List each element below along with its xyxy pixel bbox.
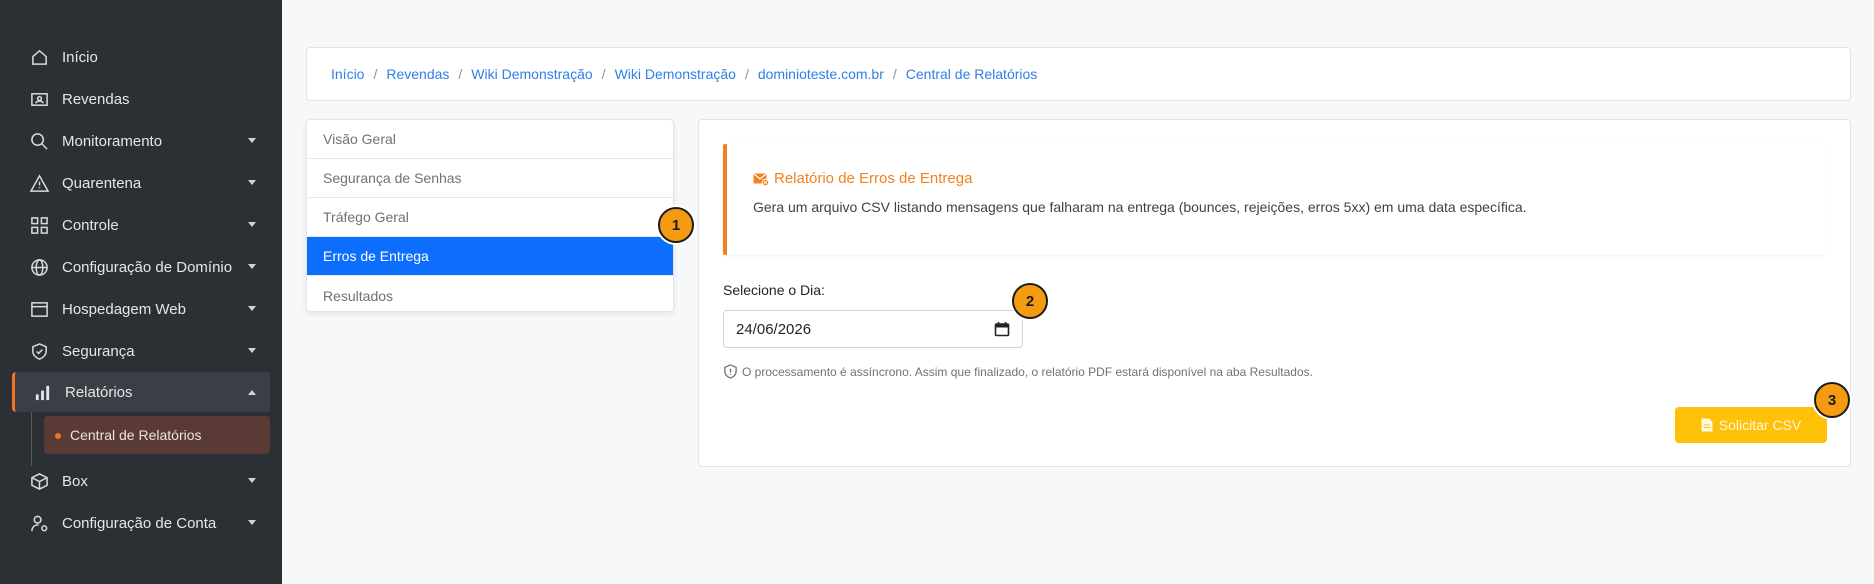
sidebar-item-label: Hospedagem Web [62, 300, 186, 318]
sidebar-item-configuracao-dominio[interactable]: Configuração de Domínio [0, 246, 282, 288]
report-tabs: Visão Geral Segurança de Senhas Tráfego … [306, 119, 674, 312]
shield-icon [28, 340, 50, 362]
box-icon [28, 470, 50, 492]
sidebar-item-label: Início [62, 48, 98, 66]
search-icon [28, 130, 50, 152]
sidebar-item-hospedagem-web[interactable]: Hospedagem Web [0, 288, 282, 330]
processing-hint: O processamento é assíncrono. Assim que … [723, 364, 1313, 379]
sidebar-item-seguranca[interactable]: Segurança [0, 330, 282, 372]
submenu-divider [31, 412, 32, 466]
breadcrumb-separator: / [373, 66, 378, 82]
chevron-up-icon [248, 390, 256, 395]
sidebar-item-label: Configuração de Domínio [62, 258, 233, 276]
tab-visao-geral[interactable]: Visão Geral [307, 120, 673, 159]
sidebar: Início Revendas Monitoramento Quarentena… [0, 0, 282, 584]
warning-icon [28, 172, 50, 194]
chevron-down-icon [248, 222, 256, 227]
shield-info-icon [724, 364, 737, 379]
calendar-icon[interactable] [994, 321, 1010, 337]
sidebar-item-inicio[interactable]: Início [0, 36, 282, 78]
sidebar-item-label: Controle [62, 216, 119, 234]
breadcrumb-link-wiki-1[interactable]: Wiki Demonstração [471, 66, 592, 82]
sidebar-item-revendas[interactable]: Revendas [0, 78, 282, 120]
sidebar-item-label: Monitoramento [62, 132, 163, 150]
breadcrumb-separator: / [601, 66, 606, 82]
report-notice: Relatório de Erros de Entrega Gera um ar… [723, 144, 1826, 255]
breadcrumb-separator: / [744, 66, 749, 82]
sidebar-subitem-label: Central de Relatórios [70, 427, 202, 443]
sidebar-item-label: Segurança [62, 342, 135, 360]
report-card: Relatório de Erros de Entrega Gera um ar… [698, 119, 1851, 467]
request-csv-button[interactable]: Solicitar CSV [1675, 407, 1827, 443]
step-marker-1: 1 [658, 207, 694, 243]
chevron-down-icon [248, 478, 256, 483]
globe-icon [28, 256, 50, 278]
sidebar-item-configuracao-conta[interactable]: Configuração de Conta [0, 502, 282, 544]
active-dot-icon [55, 433, 61, 439]
step-marker-3: 3 [1814, 382, 1850, 418]
file-icon [1701, 418, 1713, 432]
request-csv-label: Solicitar CSV [1718, 417, 1802, 433]
breadcrumb-link-inicio[interactable]: Início [331, 66, 364, 82]
home-icon [28, 46, 50, 68]
chevron-down-icon [248, 306, 256, 311]
breadcrumb-link-wiki-2[interactable]: Wiki Demonstração [615, 66, 736, 82]
sidebar-item-label: Quarentena [62, 174, 142, 192]
breadcrumb: Início / Revendas / Wiki Demonstração / … [306, 47, 1851, 101]
chevron-down-icon [248, 520, 256, 525]
chevron-down-icon [248, 180, 256, 185]
sidebar-submenu: Central de Relatórios [0, 412, 282, 466]
sidebar-nav: Início Revendas Monitoramento Quarentena… [0, 36, 282, 544]
breadcrumb-link-central-relatorios[interactable]: Central de Relatórios [906, 66, 1038, 82]
date-input[interactable]: 24/06/2026 [723, 310, 1023, 348]
sidebar-item-label: Revendas [62, 90, 130, 108]
sidebar-item-label: Box [62, 472, 88, 490]
sidebar-subitem-central-relatorios[interactable]: Central de Relatórios [44, 416, 270, 454]
notice-title: Relatório de Erros de Entrega [753, 170, 972, 187]
chevron-down-icon [248, 264, 256, 269]
chevron-down-icon [248, 348, 256, 353]
tab-trafego-geral[interactable]: Tráfego Geral [307, 198, 673, 237]
sidebar-item-label: Relatórios [65, 383, 133, 401]
breadcrumb-link-dominio[interactable]: dominioteste.com.br [758, 66, 884, 82]
tab-seguranca-senhas[interactable]: Segurança de Senhas [307, 159, 673, 198]
bar-chart-icon [31, 381, 53, 403]
sidebar-item-quarentena[interactable]: Quarentena [0, 162, 282, 204]
date-label: Selecione o Dia: [723, 282, 825, 298]
grid-icon [28, 214, 50, 236]
hint-text: O processamento é assíncrono. Assim que … [742, 364, 1313, 379]
sidebar-item-label: Configuração de Conta [62, 514, 217, 532]
envelope-x-icon [753, 172, 769, 186]
breadcrumb-link-revendas[interactable]: Revendas [386, 66, 449, 82]
tab-erros-entrega[interactable]: Erros de Entrega [307, 237, 673, 276]
date-value: 24/06/2026 [736, 320, 812, 338]
notice-description: Gera um arquivo CSV listando mensagens q… [753, 199, 1527, 215]
step-marker-2: 2 [1012, 283, 1048, 319]
sidebar-item-relatorios[interactable]: Relatórios [12, 372, 270, 412]
browser-icon [28, 298, 50, 320]
notice-title-text: Relatório de Erros de Entrega [774, 170, 973, 187]
id-card-icon [28, 88, 50, 110]
breadcrumb-separator: / [892, 66, 897, 82]
chevron-down-icon [248, 138, 256, 143]
sidebar-item-box[interactable]: Box [0, 460, 282, 502]
sidebar-item-controle[interactable]: Controle [0, 204, 282, 246]
sidebar-item-monitoramento[interactable]: Monitoramento [0, 120, 282, 162]
breadcrumb-separator: / [458, 66, 463, 82]
user-gear-icon [28, 512, 50, 534]
tab-resultados[interactable]: Resultados [307, 276, 673, 311]
